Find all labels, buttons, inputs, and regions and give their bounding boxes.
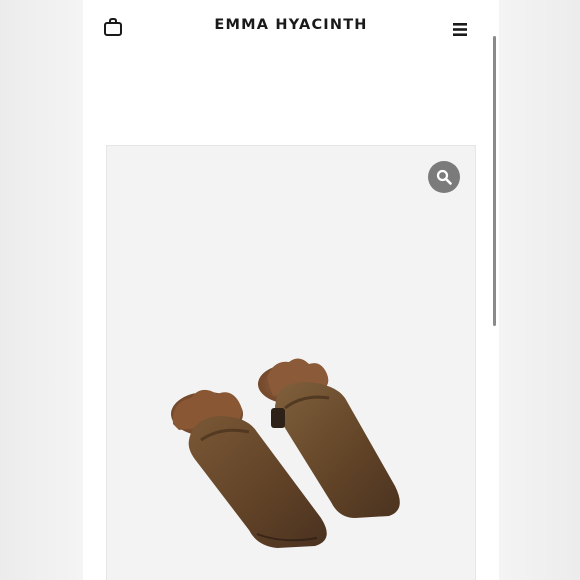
mobile-page: EMMA HYACINTH xyxy=(83,0,499,580)
magnifier-icon xyxy=(436,169,452,185)
product-image[interactable] xyxy=(107,146,477,580)
zoom-button[interactable] xyxy=(428,161,460,193)
brand-logo[interactable]: EMMA HYACINTH xyxy=(83,17,499,33)
background-right xyxy=(499,0,580,580)
scrollbar-thumb[interactable] xyxy=(493,36,496,326)
background-left xyxy=(0,0,83,580)
site-header: EMMA HYACINTH xyxy=(83,0,499,56)
product-image-frame[interactable] xyxy=(106,145,476,580)
hamburger-menu-icon[interactable] xyxy=(453,23,467,36)
